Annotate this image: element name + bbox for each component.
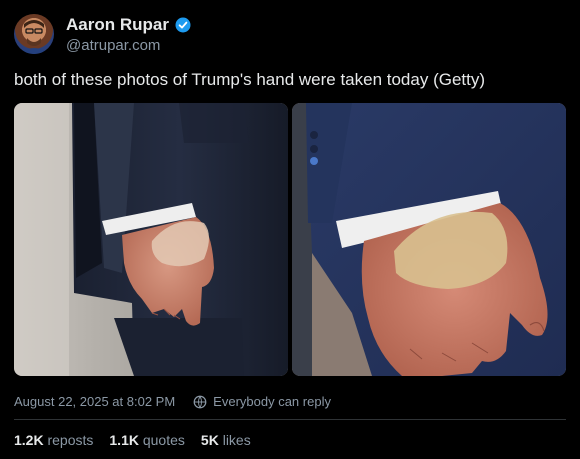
quotes-count: 1.1K	[109, 432, 139, 448]
post-image-right[interactable]	[292, 103, 566, 376]
quotes-label: quotes	[142, 432, 185, 448]
avatar[interactable]	[14, 14, 54, 54]
likes-count: 5K	[200, 432, 219, 448]
reposts-stat[interactable]: 1.2K reposts	[14, 432, 93, 448]
likes-stat[interactable]: 5K likes	[201, 432, 251, 448]
post-meta: August 22, 2025 at 8:02 PM Everybody can…	[14, 394, 331, 409]
globe-icon	[193, 395, 207, 408]
author-handle[interactable]: @atrupar.com	[66, 37, 191, 54]
reply-setting[interactable]: Everybody can reply	[213, 394, 331, 409]
post-image-left[interactable]	[14, 103, 288, 376]
reposts-count: 1.2K	[14, 432, 44, 448]
post-header: Aaron Rupar @atrupar.com	[14, 14, 191, 54]
quotes-stat[interactable]: 1.1K quotes	[109, 432, 185, 448]
engagement-stats: 1.2K reposts 1.1K quotes 5K likes	[14, 432, 251, 448]
verified-badge-icon	[175, 17, 191, 32]
divider	[14, 419, 566, 420]
reposts-label: reposts	[47, 432, 94, 448]
author-name[interactable]: Aaron Rupar	[66, 15, 169, 35]
post-timestamp[interactable]: August 22, 2025 at 8:02 PM	[14, 394, 175, 409]
likes-label: likes	[222, 432, 251, 448]
post-text: both of these photos of Trump's hand wer…	[14, 70, 486, 89]
